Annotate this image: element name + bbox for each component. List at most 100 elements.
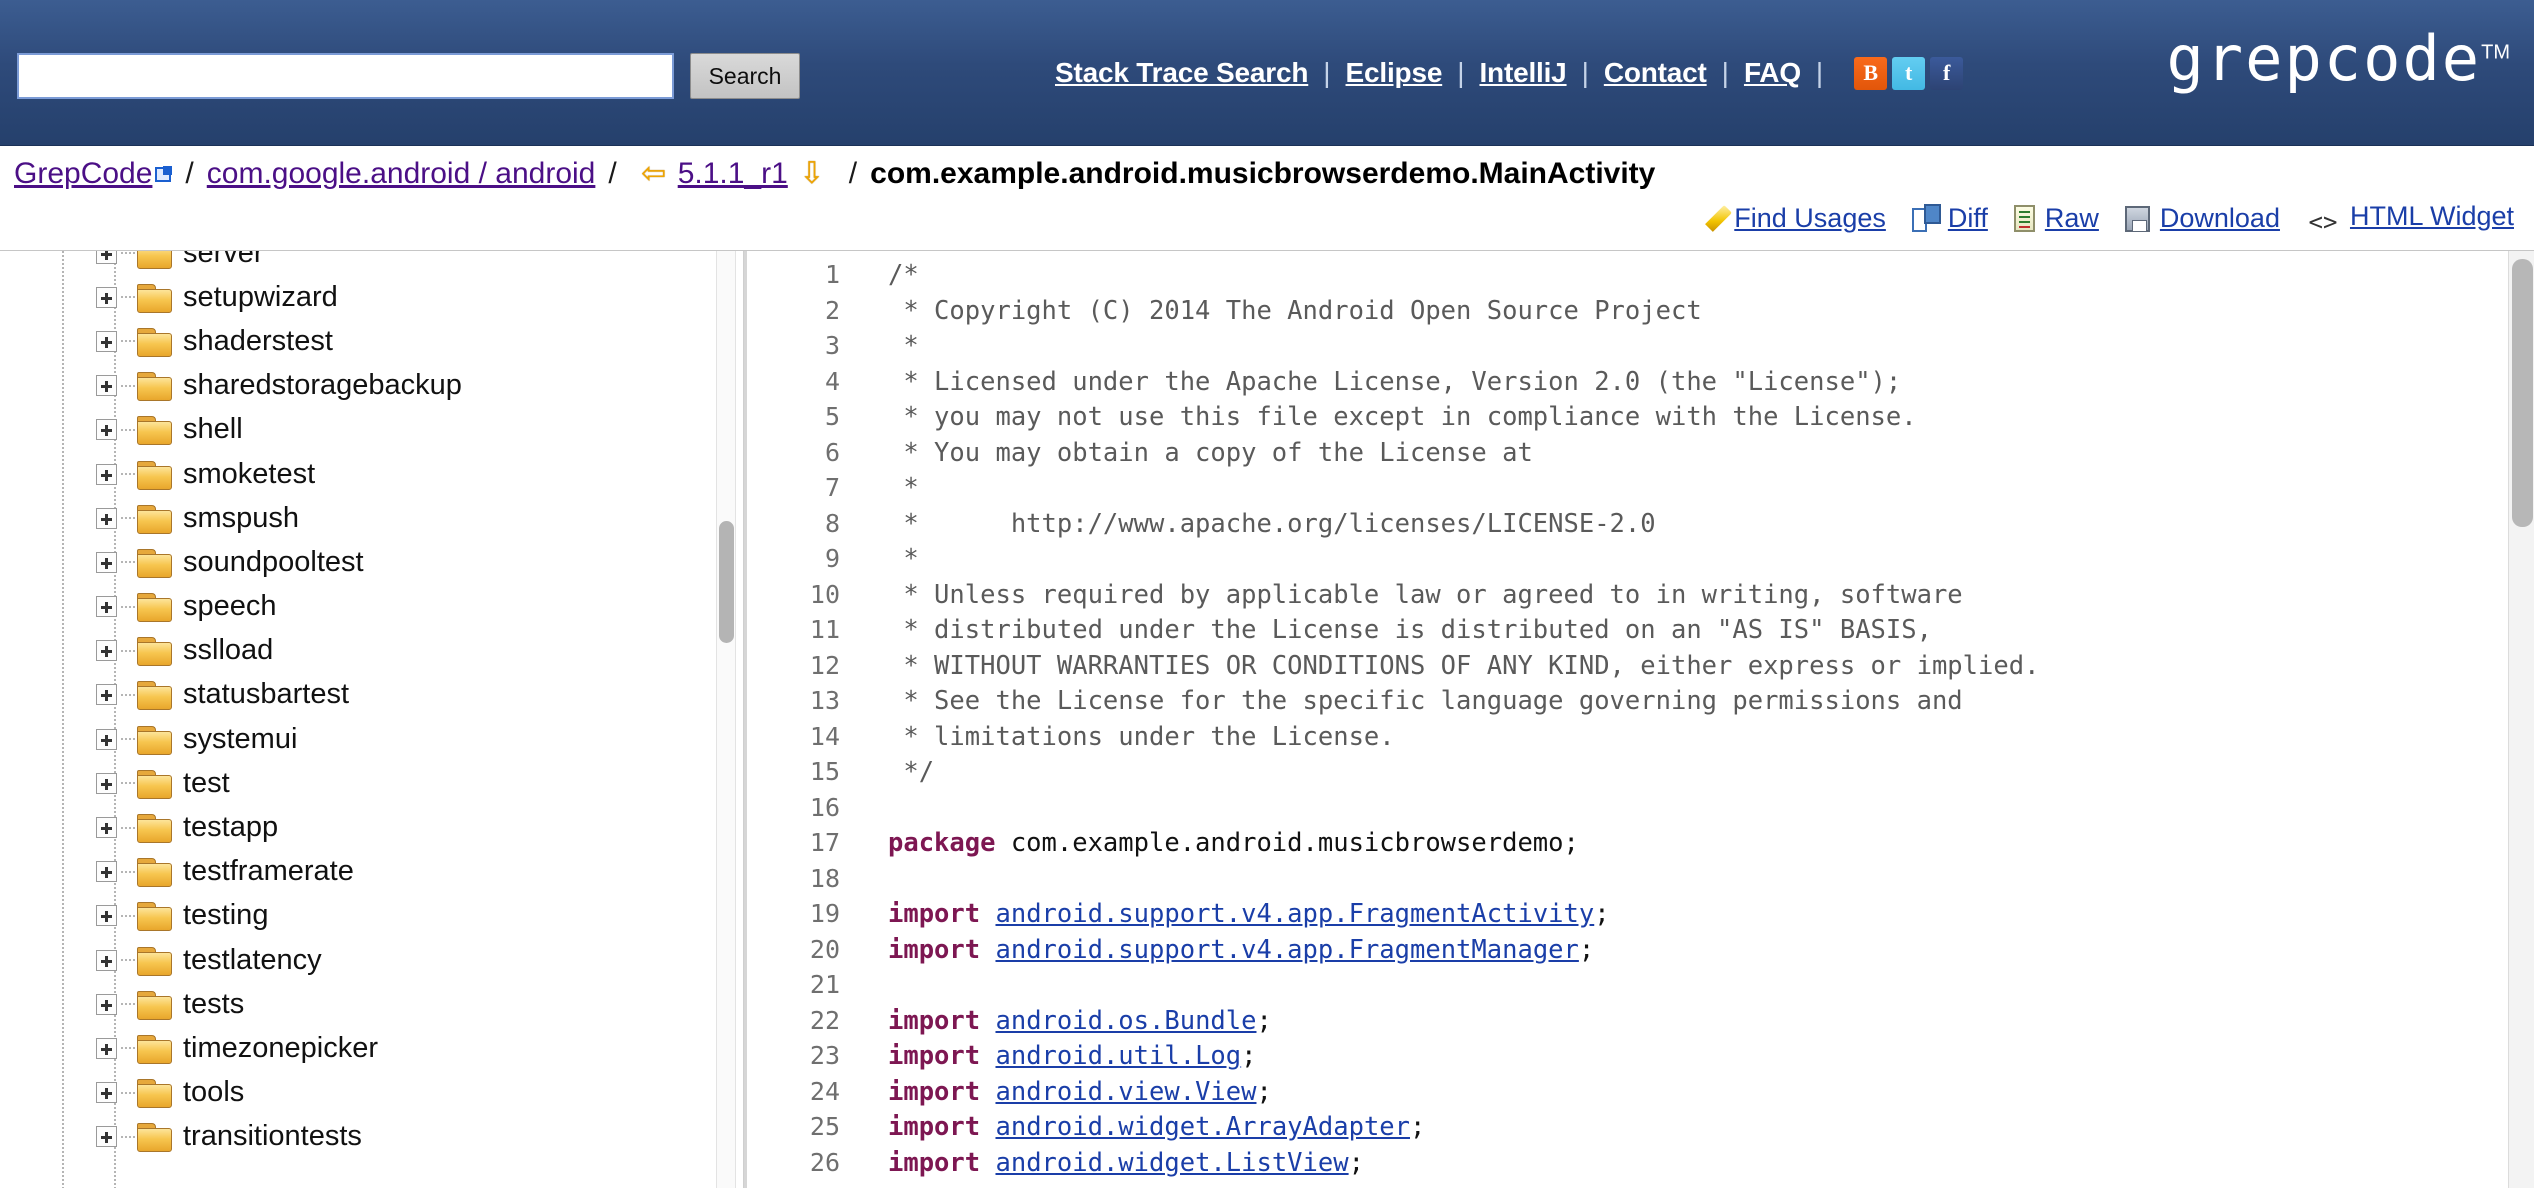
facebook-icon[interactable]: f <box>1930 56 1964 90</box>
expand-icon[interactable] <box>96 905 117 927</box>
breadcrumb-version-link[interactable]: 5.1.1_r1 <box>678 157 788 191</box>
tree-item-shaderstest[interactable]: shaderstest <box>96 319 700 363</box>
tree-item-smspush[interactable]: smspush <box>96 496 700 540</box>
expand-icon[interactable] <box>96 993 117 1015</box>
expand-icon[interactable] <box>96 596 117 618</box>
tree-item-soundpooltest[interactable]: soundpooltest <box>96 540 700 584</box>
twitter-icon[interactable]: t <box>1892 56 1926 90</box>
diff-action[interactable]: Diff <box>1911 202 1988 234</box>
tree-item-testapp[interactable]: testapp <box>96 805 700 849</box>
tree-item-label: tools <box>183 1076 245 1109</box>
nav-faq[interactable]: FAQ <box>1744 57 1801 89</box>
tree-connector <box>121 1003 135 1006</box>
tree-item-transitiontests[interactable]: transitiontests <box>96 1115 700 1159</box>
tree-item-testlatency[interactable]: testlatency <box>96 938 700 982</box>
tree-connector <box>121 340 135 343</box>
code-type-link[interactable]: android.util.Log <box>995 1041 1241 1071</box>
blogger-icon[interactable]: B <box>1854 56 1888 90</box>
tree-item-tests[interactable]: tests <box>96 982 700 1026</box>
expand-icon[interactable] <box>96 1037 117 1059</box>
search-button[interactable]: Search <box>690 53 800 99</box>
floppy-disk-icon <box>2124 205 2150 232</box>
code-line: 17 package com.example.android.musicbrows… <box>744 825 2039 861</box>
code-type-link[interactable]: android.support.v4.app.FragmentActivity <box>995 899 1594 929</box>
expand-icon[interactable] <box>96 772 117 794</box>
expand-icon[interactable] <box>96 817 117 839</box>
code-line: 2 * Copyright (C) 2014 The Android Open … <box>744 293 2039 329</box>
expand-icon[interactable] <box>96 251 117 264</box>
tree-item-smoketest[interactable]: smoketest <box>96 452 700 496</box>
code-line-text: import android.support.v4.app.FragmentAc… <box>840 897 1610 933</box>
expand-icon[interactable] <box>96 640 117 662</box>
expand-icon[interactable] <box>96 949 117 971</box>
tree-item-testframerate[interactable]: testframerate <box>96 850 700 894</box>
tree-item-shell[interactable]: shell <box>96 408 700 452</box>
code-line-text: import android.widget.ArrayAdapter; <box>840 1110 1425 1146</box>
code-type-link[interactable]: android.widget.ArrayAdapter <box>995 1112 1410 1142</box>
sidebar-scrollbar[interactable] <box>716 251 736 1188</box>
previous-version-arrow-icon[interactable]: ⇦ <box>639 159 669 189</box>
breadcrumb-current-class: com.example.android.musicbrowserdemo.Mai… <box>870 157 1656 190</box>
code-line: 21 <box>744 967 2039 1003</box>
tree-item-timezonepicker[interactable]: timezonepicker <box>96 1026 700 1070</box>
tree-item-setupwizard[interactable]: setupwizard <box>96 275 700 319</box>
nav-contact[interactable]: Contact <box>1604 57 1707 89</box>
line-number: 3 <box>824 331 840 360</box>
code-scrollbar[interactable] <box>2508 251 2534 1188</box>
social-links: B t f <box>1854 56 1964 90</box>
tree-item-test[interactable]: test <box>96 761 700 805</box>
expand-icon[interactable] <box>96 1126 117 1148</box>
tree-item-server[interactable]: server <box>96 251 700 275</box>
expand-icon[interactable] <box>96 684 117 706</box>
raw-action[interactable]: Raw <box>2013 203 2099 234</box>
tree-connector <box>121 384 135 387</box>
html-widget-action[interactable]: <> HTML Widget <box>2306 201 2514 236</box>
search-input[interactable] <box>17 53 674 99</box>
download-action[interactable]: Download <box>2124 203 2280 234</box>
code-line-text: * You may obtain a copy of the License a… <box>840 436 1532 472</box>
tree-item-systemui[interactable]: systemui <box>96 717 700 761</box>
code-line-text: * <box>840 542 918 578</box>
expand-icon[interactable] <box>96 507 117 529</box>
code-type-link[interactable]: android.support.v4.app.FragmentManager <box>995 935 1578 965</box>
expand-icon[interactable] <box>96 728 117 750</box>
code-type-link[interactable]: android.widget.ListView <box>995 1148 1348 1178</box>
expand-icon[interactable] <box>96 286 117 308</box>
sidebar-scrollbar-thumb[interactable] <box>719 521 734 643</box>
expand-icon[interactable] <box>96 861 117 883</box>
tree-item-sharedstoragebackup[interactable]: sharedstoragebackup <box>96 364 700 408</box>
version-dropdown-arrow-icon[interactable]: ⇩ <box>797 159 827 189</box>
tree-item-speech[interactable]: speech <box>96 585 700 629</box>
nav-eclipse[interactable]: Eclipse <box>1346 57 1443 89</box>
expand-icon[interactable] <box>96 1082 117 1104</box>
line-number: 1 <box>824 260 840 289</box>
tree-item-sslload[interactable]: sslload <box>96 629 700 673</box>
code-comment: * See the License for the specific langu… <box>888 686 1963 716</box>
expand-icon[interactable] <box>96 330 117 352</box>
breadcrumb-root-link[interactable]: GrepCode <box>14 157 152 191</box>
tree-item-testing[interactable]: testing <box>96 894 700 938</box>
nav-stack-trace-search[interactable]: Stack Trace Search <box>1055 57 1308 89</box>
tree-item-label: tests <box>183 987 245 1020</box>
code-scrollbar-thumb[interactable] <box>2512 259 2533 527</box>
expand-icon[interactable] <box>96 375 117 397</box>
tree-connector <box>121 738 135 741</box>
source-code-pane[interactable]: 1/* 2 * Copyright (C) 2014 The Android Op… <box>744 251 2534 1188</box>
code-text: com.example.android.musicbrowserdemo; <box>995 828 1579 858</box>
expand-icon[interactable] <box>96 419 117 441</box>
expand-icon[interactable] <box>96 551 117 573</box>
code-type-link[interactable]: android.os.Bundle <box>995 1006 1256 1036</box>
grepcode-logo[interactable]: grepcodeTM <box>2166 28 2510 90</box>
folder-icon <box>137 1079 172 1109</box>
tree-item-tools[interactable]: tools <box>96 1071 700 1115</box>
nav-intellij[interactable]: IntelliJ <box>1479 57 1566 89</box>
code-type-link[interactable]: android.view.View <box>995 1077 1256 1107</box>
folder-icon <box>137 504 172 534</box>
package-tree-sidebar[interactable]: server setupwizard shaderstest sharedstorag… <box>0 251 744 1188</box>
diff-label: Diff <box>1947 202 1988 233</box>
find-usages-action[interactable]: Find Usages <box>1705 203 1886 234</box>
breadcrumb-project-link[interactable]: com.google.android / android <box>207 157 596 191</box>
expand-icon[interactable] <box>96 463 117 485</box>
tree-item-statusbartest[interactable]: statusbartest <box>96 673 700 717</box>
code-line-text: * you may not use this file except in co… <box>840 400 1916 436</box>
